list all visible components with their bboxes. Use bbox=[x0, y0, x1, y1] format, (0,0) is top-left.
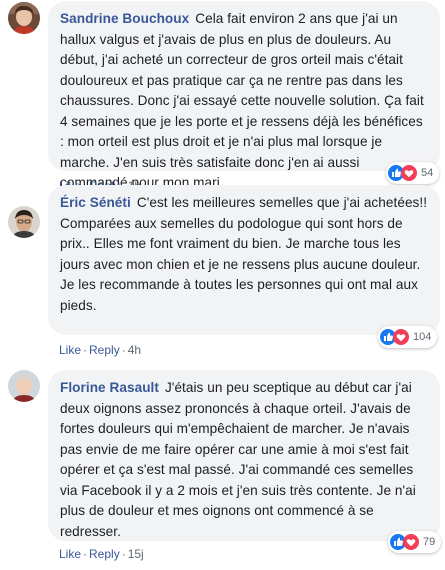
author-name[interactable]: Sandrine Bouchoux bbox=[60, 11, 189, 26]
comment-actions: Like · Reply · 15j bbox=[59, 547, 144, 561]
comment-bubble: Éric Sénéti C'est les meilleures semelles… bbox=[48, 185, 440, 335]
like-link[interactable]: Like bbox=[59, 343, 81, 357]
comment-actions: Like · Reply · 4h bbox=[59, 343, 141, 357]
reaction-number: 54 bbox=[421, 167, 434, 179]
love-reaction-icon bbox=[403, 534, 419, 550]
timestamp[interactable]: 15j bbox=[128, 547, 144, 561]
separator: · bbox=[121, 343, 126, 357]
comment-bubble: Florine Rasault J'étais un peu sceptique … bbox=[48, 370, 440, 541]
author-name[interactable]: Florine Rasault bbox=[60, 380, 159, 395]
avatar[interactable] bbox=[8, 2, 40, 34]
love-reaction-icon bbox=[393, 329, 409, 345]
comment-text: C'est les meilleures semelles que j'ai a… bbox=[60, 195, 428, 313]
timestamp[interactable]: 4h bbox=[128, 343, 141, 357]
reaction-number: 104 bbox=[413, 331, 432, 343]
author-name[interactable]: Éric Sénéti bbox=[60, 195, 131, 210]
avatar[interactable] bbox=[8, 206, 40, 238]
reply-link[interactable]: Reply bbox=[89, 343, 120, 357]
like-link[interactable]: Like bbox=[59, 547, 81, 561]
separator: · bbox=[83, 343, 88, 357]
comment-bubble: Sandrine Bouchoux Cela fait environ 2 ans… bbox=[48, 1, 440, 190]
avatar[interactable] bbox=[8, 370, 40, 402]
reply-link[interactable]: Reply bbox=[89, 547, 120, 561]
comment-text: J'étais un peu sceptique au début car j'… bbox=[60, 380, 416, 539]
love-reaction-icon bbox=[401, 165, 417, 181]
reaction-number: 79 bbox=[423, 536, 436, 548]
reaction-count[interactable]: 79 bbox=[388, 531, 442, 553]
separator: · bbox=[83, 547, 88, 561]
reaction-count[interactable]: 104 bbox=[378, 326, 438, 348]
comment-text: Cela fait environ 2 ans que j'ai un hall… bbox=[60, 11, 424, 190]
reaction-count[interactable]: 54 bbox=[386, 162, 440, 184]
separator: · bbox=[121, 547, 126, 561]
